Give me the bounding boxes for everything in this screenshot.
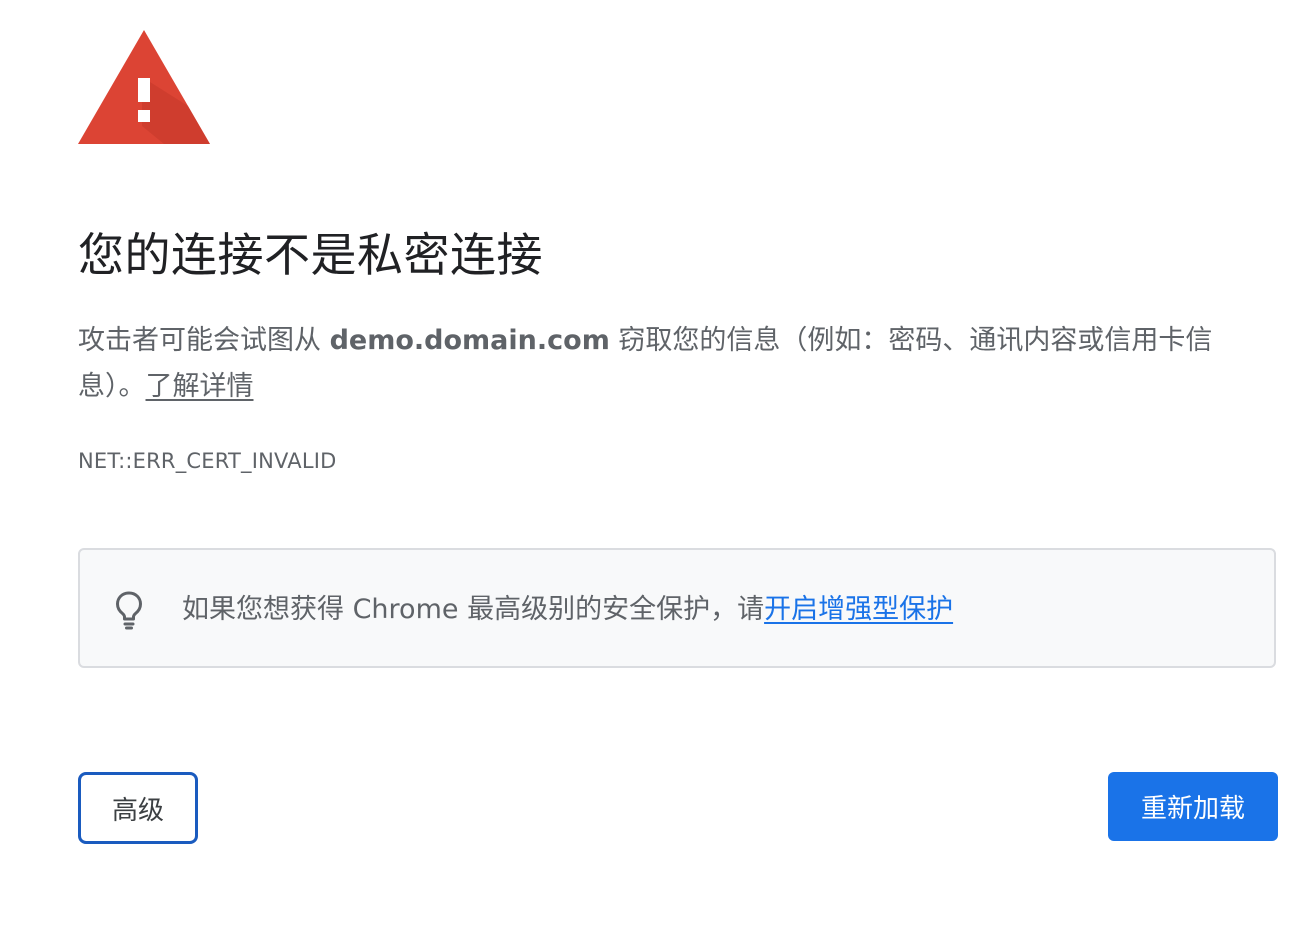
error-code: NET::ERR_CERT_INVALID [78, 449, 337, 473]
interstitial-page: 您的连接不是私密连接 攻击者可能会试图从 demo.domain.com 窃取您… [0, 0, 1310, 934]
enhanced-protection-promo: 如果您想获得 Chrome 最高级别的安全保护，请开启增强型保护 [78, 548, 1276, 668]
enhanced-protection-link[interactable]: 开启增强型保护 [764, 594, 953, 625]
advanced-button[interactable]: 高级 [78, 772, 198, 844]
explanation-prefix: 攻击者可能会试图从 [78, 325, 330, 356]
reload-button[interactable]: 重新加载 [1108, 772, 1278, 841]
promo-message: 如果您想获得 Chrome 最高级别的安全保护，请 [182, 594, 765, 625]
lightbulb-icon [116, 591, 142, 630]
warning-triangle-icon [78, 30, 210, 144]
page-title: 您的连接不是私密连接 [78, 228, 543, 282]
learn-more-link[interactable]: 了解详情 [146, 371, 254, 402]
promo-text: 如果您想获得 Chrome 最高级别的安全保护，请开启增强型保护 [182, 588, 953, 632]
explanation-text: 攻击者可能会试图从 demo.domain.com 窃取您的信息（例如：密码、通… [78, 318, 1274, 410]
host-name: demo.domain.com [329, 325, 610, 356]
